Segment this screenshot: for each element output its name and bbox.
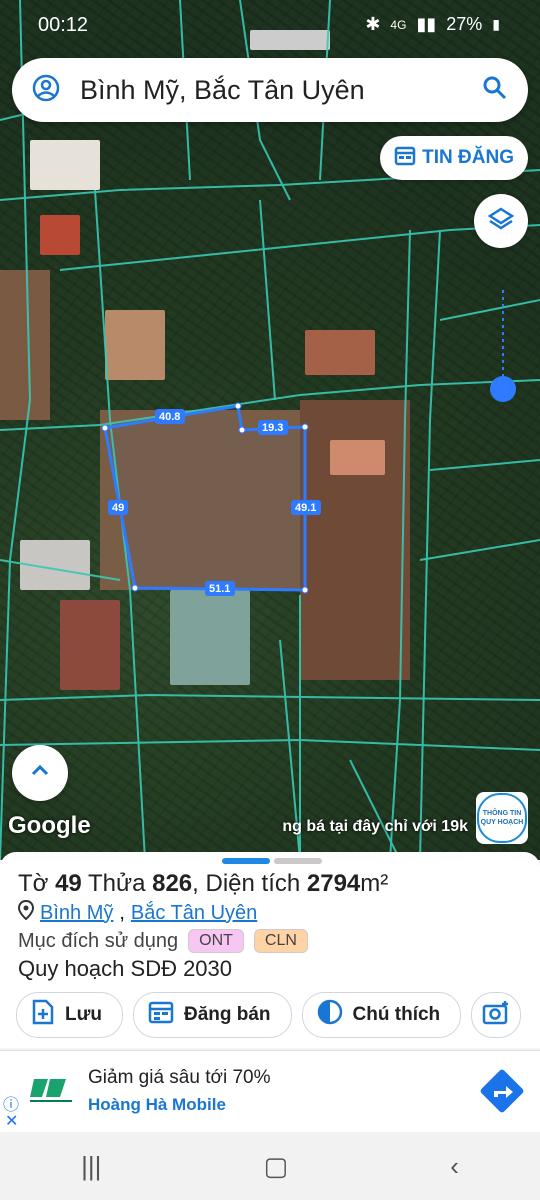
action-bar: Lưu Đăng bán Chú thích <box>16 992 522 1038</box>
contrast-icon <box>317 999 343 1031</box>
map-view[interactable]: 40.8 19.3 49 49.1 51.1 <box>0 0 540 860</box>
edge-length: 49 <box>112 502 124 514</box>
edge-length: 49.1 <box>295 502 316 514</box>
land-use-tag[interactable]: ONT <box>188 929 244 953</box>
calendar-icon <box>394 144 416 172</box>
address-link-commune[interactable]: Bình Mỹ <box>40 902 113 925</box>
edge-length: 19.3 <box>262 422 283 434</box>
search-bar[interactable]: Bình Mỹ, Bắc Tân Uyên <box>12 58 528 122</box>
my-location-dot <box>490 376 516 402</box>
directions-button[interactable] <box>478 1067 526 1120</box>
recent-apps-icon[interactable]: ||| <box>81 1151 101 1182</box>
plan-label: Quy hoạch SDĐ 2030 <box>18 956 233 981</box>
calendar-icon <box>148 1000 174 1030</box>
post-listing-button[interactable]: TIN ĐĂNG <box>380 136 528 180</box>
qh-info-label: THÔNG TIN QUY HOẠCH <box>477 793 527 843</box>
advertiser-logo <box>28 1075 74 1105</box>
post-sale-button[interactable]: Đăng bán <box>132 992 292 1038</box>
edge-length: 40.8 <box>159 411 180 423</box>
chevron-up-icon <box>28 759 52 788</box>
ad-sponsor: Hoàng Hà Mobile <box>88 1095 226 1114</box>
camera-button[interactable] <box>471 992 522 1038</box>
account-icon[interactable] <box>32 74 60 107</box>
parcel-address: Bình Mỹ, Bắc Tân Uyên <box>17 899 257 926</box>
cadastral-lines: 40.8 19.3 49 49.1 51.1 <box>0 0 540 860</box>
parcel-summary: Tờ 49 Thửa 826, Diện tích 2794m² <box>18 870 389 897</box>
location-pin-icon <box>17 899 35 926</box>
edge-length: 51.1 <box>209 583 230 595</box>
battery-icon: ▮ <box>492 16 500 32</box>
address-link-district[interactable]: Bắc Tân Uyên <box>131 902 257 925</box>
qh-info-logo[interactable]: THÔNG TIN QUY HOẠCH <box>476 792 528 844</box>
network-label: 4G <box>390 17 407 32</box>
camera-icon <box>482 999 510 1031</box>
google-logo: Google <box>8 812 91 839</box>
search-icon[interactable] <box>482 75 508 106</box>
back-icon[interactable]: ‹ <box>450 1151 459 1182</box>
status-time: 00:12 <box>38 14 89 36</box>
save-button[interactable]: Lưu <box>16 992 123 1038</box>
add-file-icon <box>31 999 55 1031</box>
ad-close-icon[interactable]: ✕ <box>5 1111 18 1131</box>
legend-button[interactable]: Chú thích <box>301 992 462 1038</box>
system-nav-bar: ||| ▢ ‹ <box>0 1132 540 1200</box>
status-bar: 00:12 ✱ 4G ▮▮ 27% ▮ <box>0 0 540 50</box>
map-ad-banner[interactable]: ng bá tại đây chỉ với 19k <box>282 818 468 836</box>
expand-up-button[interactable] <box>12 745 68 801</box>
home-icon[interactable]: ▢ <box>264 1151 289 1182</box>
battery-percent: 27% <box>446 14 483 34</box>
search-location[interactable]: Bình Mỹ, Bắc Tân Uyên <box>80 75 482 106</box>
land-use-tag[interactable]: CLN <box>253 929 308 953</box>
land-use-label: Mục đích sử dụng <box>18 929 179 952</box>
layers-icon <box>487 205 515 238</box>
ad-title: Giảm giá sâu tới 70% <box>88 1067 271 1088</box>
land-use-row: Mục đích sử dụng ONT CLN <box>18 929 308 953</box>
sheet-handle[interactable] <box>222 858 322 864</box>
layers-button[interactable] <box>474 194 528 248</box>
signal-icon: ▮▮ <box>416 14 437 34</box>
post-listing-label: TIN ĐĂNG <box>422 147 514 168</box>
bluetooth-icon: ✱ <box>365 14 381 34</box>
ad-banner[interactable]: ⓘ ✕ Giảm giá sâu tới 70% Hoàng Hà Mobile <box>0 1050 540 1133</box>
parcel-info-sheet: Tờ 49 Thửa 826, Diện tích 2794m² Bình Mỹ… <box>0 852 540 1048</box>
status-icons: ✱ 4G ▮▮ 27% ▮ <box>365 14 500 35</box>
